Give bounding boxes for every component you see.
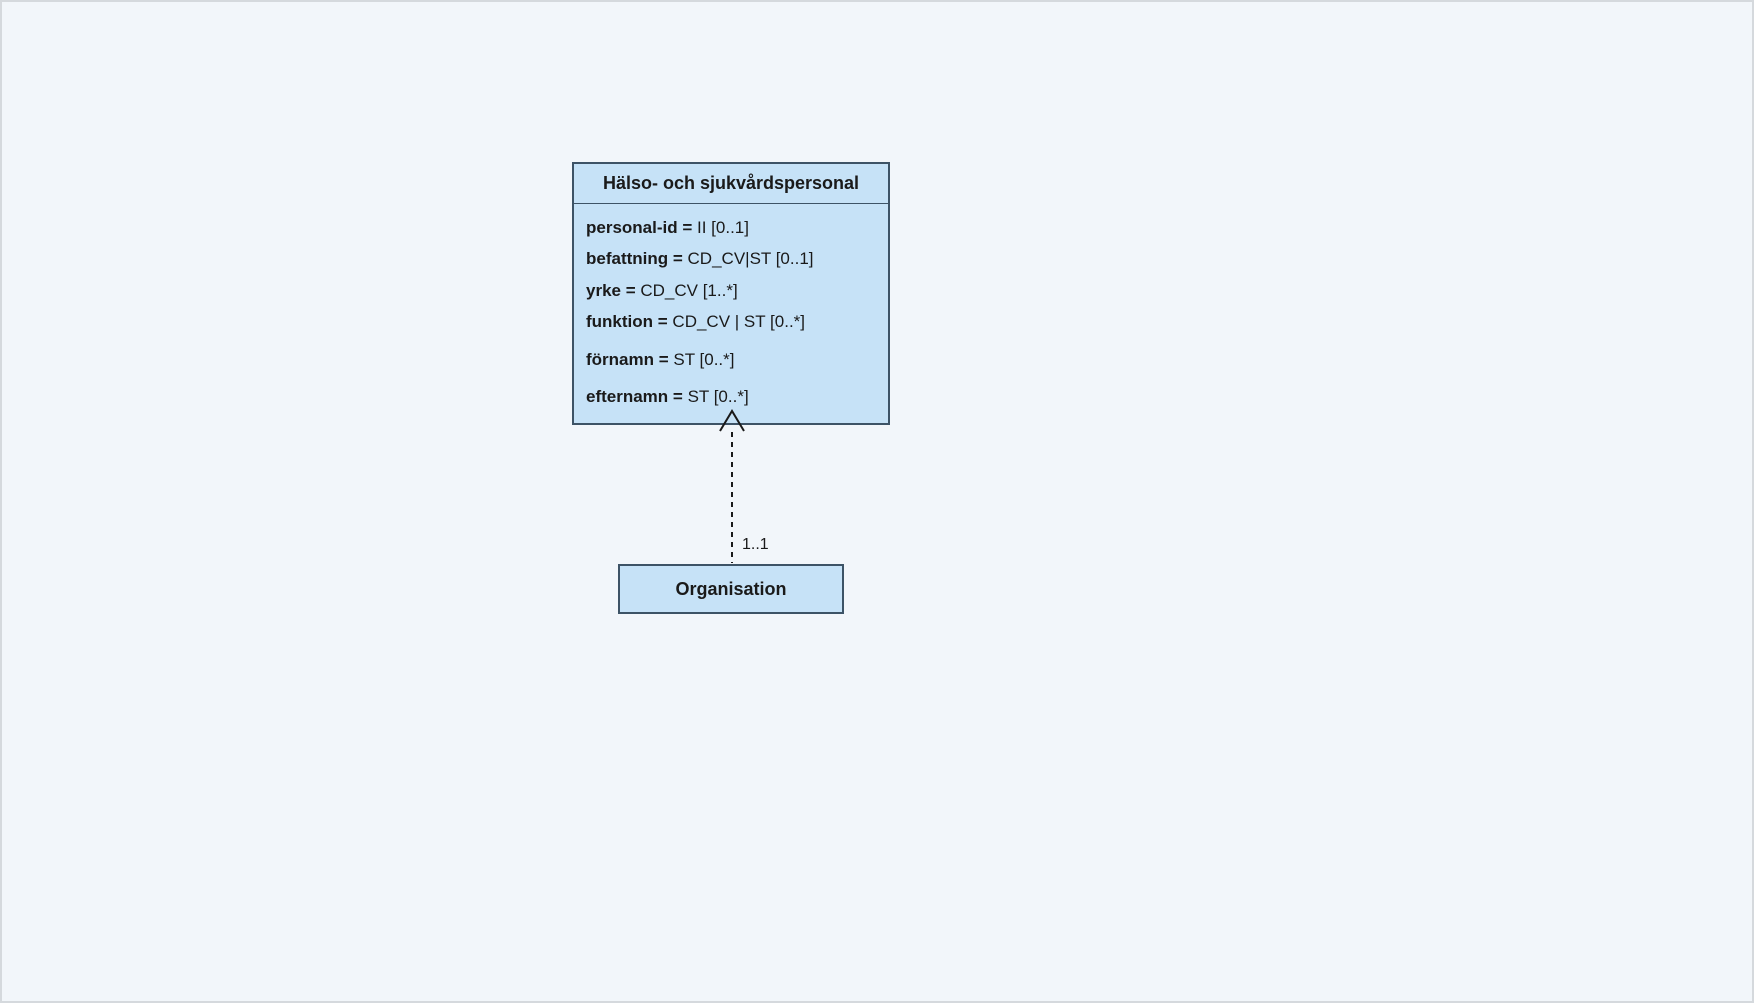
uml-attr: förnamn = ST [0..*]	[586, 344, 876, 375]
uml-class-body: personal-id = II [0..1] befattning = CD_…	[574, 204, 888, 423]
attr-name: förnamn =	[586, 350, 673, 369]
attr-value: II [0..1]	[692, 218, 749, 237]
multiplicity-label: 1..1	[742, 536, 769, 554]
attr-name: personal-id =	[586, 218, 692, 237]
attr-name: befattning =	[586, 249, 688, 268]
uml-class-halso: Hälso- och sjukvårdspersonal personal-id…	[572, 162, 890, 425]
uml-attr: funktion = CD_CV | ST [0..*]	[586, 306, 876, 337]
attr-name: yrke =	[586, 281, 636, 300]
attr-value: ST [0..*]	[673, 350, 734, 369]
uml-class-title: Organisation	[675, 579, 786, 600]
attr-name: efternamn =	[586, 387, 683, 406]
attr-value: CD_CV [1..*]	[636, 281, 738, 300]
attr-value: CD_CV|ST [0..1]	[688, 249, 814, 268]
attr-value: ST [0..*]	[683, 387, 749, 406]
uml-attr: befattning = CD_CV|ST [0..1]	[586, 243, 876, 274]
uml-class-organisation: Organisation	[618, 564, 844, 614]
uml-attr: efternamn = ST [0..*]	[586, 381, 876, 412]
attr-value: CD_CV | ST [0..*]	[672, 312, 805, 331]
uml-attr: personal-id = II [0..1]	[586, 212, 876, 243]
attr-name: funktion =	[586, 312, 672, 331]
uml-attr: yrke = CD_CV [1..*]	[586, 275, 876, 306]
uml-class-title: Hälso- och sjukvårdspersonal	[574, 164, 888, 204]
